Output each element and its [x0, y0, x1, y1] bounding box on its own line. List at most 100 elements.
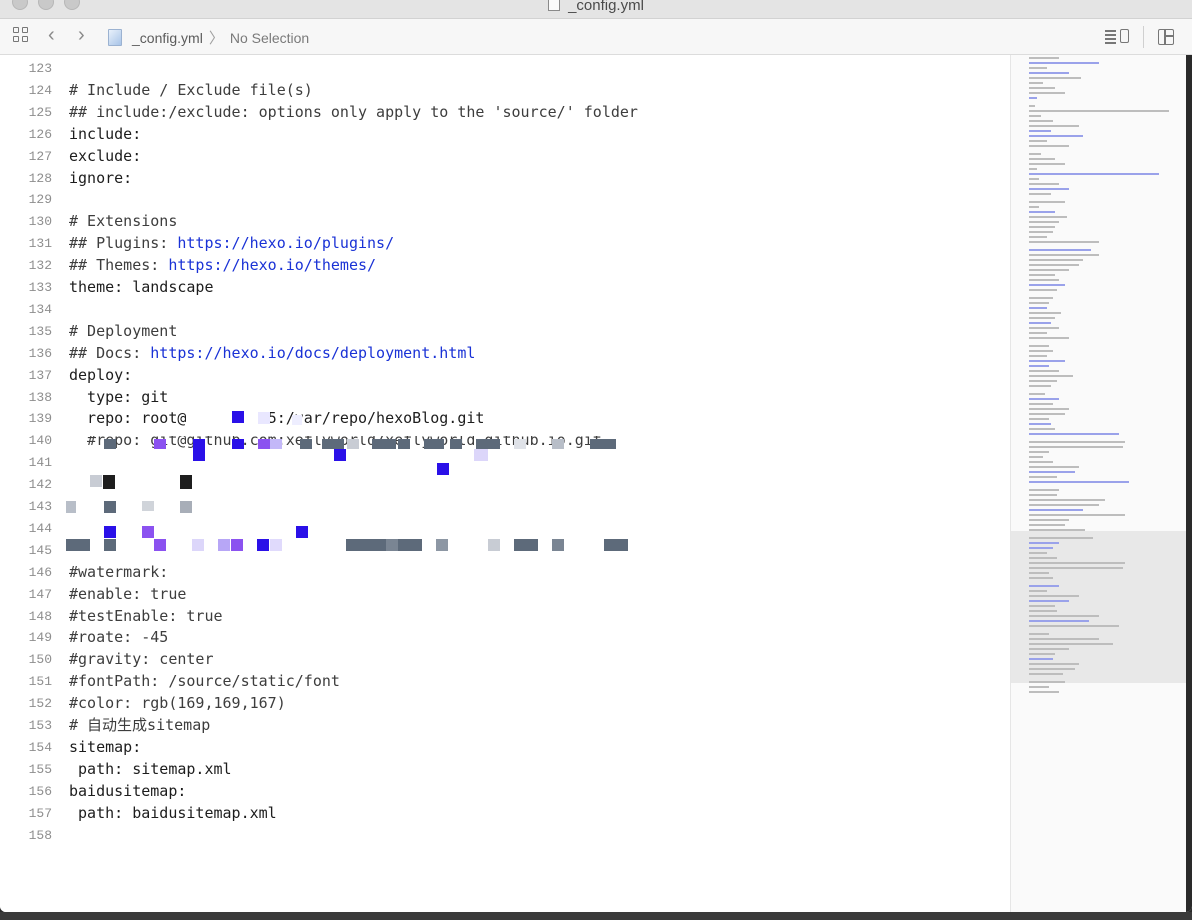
- redaction-block: [347, 439, 359, 449]
- document-icon: [548, 0, 561, 11]
- redaction-block: [70, 489, 220, 491]
- minimap-line: [1029, 92, 1065, 94]
- minimap-line: [1029, 115, 1041, 117]
- breadcrumb[interactable]: _config.yml 〉 No Selection: [108, 27, 309, 48]
- minimap-line: [1029, 355, 1047, 357]
- redaction-block: [142, 501, 154, 511]
- code-line[interactable]: 134: [0, 299, 1010, 321]
- code-line[interactable]: 152 #color: rgb(169,169,167): [0, 693, 1010, 715]
- code-line[interactable]: 126 include:: [0, 124, 1010, 146]
- related-items-grid-icon[interactable]: [13, 27, 31, 45]
- code-line[interactable]: 123: [0, 58, 1010, 80]
- code-line[interactable]: 142: [0, 474, 1010, 496]
- minimap-line: [1029, 216, 1067, 218]
- code-line[interactable]: 137 deploy:: [0, 365, 1010, 387]
- code-line[interactable]: 154 sitemap:: [0, 737, 1010, 759]
- line-number: 123: [28, 61, 52, 76]
- minimap-line: [1029, 130, 1051, 132]
- code-line[interactable]: 135 # Deployment: [0, 321, 1010, 343]
- code-text: ## Plugins: https://hexo.io/plugins/: [69, 233, 394, 255]
- code-line[interactable]: 150 #gravity: center: [0, 649, 1010, 671]
- lines-editor-options-icon[interactable]: [1105, 28, 1129, 46]
- code-line[interactable]: 151 #fontPath: /source/static/font: [0, 671, 1010, 693]
- minimap-line: [1029, 451, 1049, 453]
- minimap-line: [1029, 600, 1069, 602]
- back-button[interactable]: ‹: [48, 24, 55, 47]
- redaction-block: [398, 439, 410, 449]
- line-number: 154: [28, 739, 52, 755]
- code-line[interactable]: 129: [0, 189, 1010, 211]
- add-editor-split-icon[interactable]: [1158, 29, 1174, 45]
- line-number: 155: [28, 761, 52, 777]
- code-line[interactable]: 146 #watermark:: [0, 562, 1010, 584]
- line-number: 136: [28, 345, 52, 361]
- redaction-block: [604, 539, 628, 551]
- code-link[interactable]: https://hexo.io/docs/deployment.html: [150, 344, 475, 362]
- code-line[interactable]: 130 # Extensions: [0, 211, 1010, 233]
- redaction-block: [296, 526, 308, 538]
- code-line[interactable]: 156 baidusitemap:: [0, 781, 1010, 803]
- minimap[interactable]: [1010, 55, 1187, 912]
- code-line[interactable]: 127 exclude:: [0, 146, 1010, 168]
- minimap-line: [1029, 428, 1055, 430]
- code-line[interactable]: 124 # Include / Exclude file(s): [0, 80, 1010, 102]
- code-line[interactable]: 158: [0, 825, 1010, 847]
- code-line[interactable]: 139 repo: root@ 5:/var/repo/hexoBlog.git: [0, 408, 1010, 430]
- code-line[interactable]: 128 ignore:: [0, 168, 1010, 190]
- redaction-block: [232, 439, 244, 449]
- code-line[interactable]: 153 # 自动生成sitemap: [0, 715, 1010, 737]
- line-number: 157: [28, 805, 52, 821]
- minimap-line: [1029, 691, 1059, 693]
- redaction-block: [193, 439, 205, 461]
- code-link[interactable]: https://hexo.io/themes/: [168, 256, 376, 274]
- redaction-block: [66, 501, 76, 513]
- breadcrumb-file[interactable]: _config.yml: [132, 30, 203, 46]
- line-number: 128: [28, 170, 52, 186]
- minimap-line: [1029, 312, 1061, 314]
- minimap-line: [1029, 385, 1051, 387]
- code-line[interactable]: 132 ## Themes: https://hexo.io/themes/: [0, 255, 1010, 277]
- redaction-block: [218, 539, 230, 551]
- code-editor[interactable]: 123 124 # Include / Exclude file(s) 125 ## i…: [0, 55, 1010, 912]
- code-line[interactable]: 136 ## Docs: https://hexo.io/docs/deploym…: [0, 343, 1010, 365]
- redaction-block: [334, 449, 346, 461]
- code-line[interactable]: 157 path: baidusitemap.xml: [0, 803, 1010, 825]
- editor-window: _config.yml ‹ › _config.yml 〉 No Selecti…: [0, 0, 1192, 912]
- code-line[interactable]: 147 #enable: true: [0, 584, 1010, 606]
- line-number: 144: [28, 520, 52, 536]
- redaction-block: [104, 526, 116, 538]
- minimap-line: [1029, 188, 1069, 190]
- minimap-line: [1029, 537, 1093, 539]
- code-line[interactable]: 125 ## include:/exclude: options only app…: [0, 102, 1010, 124]
- code-text: exclude:: [69, 146, 141, 168]
- code-line[interactable]: 145: [0, 540, 1010, 562]
- redaction-block: [590, 439, 616, 449]
- line-number: 148: [28, 608, 52, 624]
- line-number: 124: [28, 82, 52, 98]
- code-line[interactable]: 155 path: sitemap.xml: [0, 759, 1010, 781]
- minimap-line: [1029, 302, 1049, 304]
- redaction-block: [180, 501, 192, 513]
- line-number: 139: [28, 411, 52, 427]
- code-token: #color: rgb(169,169,167): [69, 694, 286, 713]
- code-line[interactable]: 148 #testEnable: true: [0, 606, 1010, 628]
- code-line[interactable]: 149 #roate: -45: [0, 627, 1010, 649]
- code-line[interactable]: 131 ## Plugins: https://hexo.io/plugins/: [0, 233, 1010, 255]
- minimap-line: [1029, 499, 1105, 501]
- breadcrumb-selection[interactable]: No Selection: [230, 30, 309, 46]
- code-line[interactable]: 138 type: git: [0, 387, 1010, 409]
- code-link[interactable]: https://hexo.io/plugins/: [177, 234, 394, 252]
- code-text: #gravity: center: [69, 649, 214, 671]
- minimap-line: [1029, 241, 1099, 243]
- code-line[interactable]: 141: [0, 452, 1010, 474]
- minimap-line: [1029, 476, 1057, 478]
- toolbar-divider: [1143, 26, 1144, 48]
- minimap-line: [1029, 120, 1053, 122]
- code-line[interactable]: 133 theme: landscape: [0, 277, 1010, 299]
- minimap-line: [1029, 158, 1055, 160]
- code-token: baidusitemap:: [69, 781, 187, 800]
- redaction-block: [70, 555, 180, 557]
- code-text: # Deployment: [69, 321, 177, 343]
- forward-button[interactable]: ›: [78, 24, 85, 47]
- minimap-line: [1029, 620, 1089, 622]
